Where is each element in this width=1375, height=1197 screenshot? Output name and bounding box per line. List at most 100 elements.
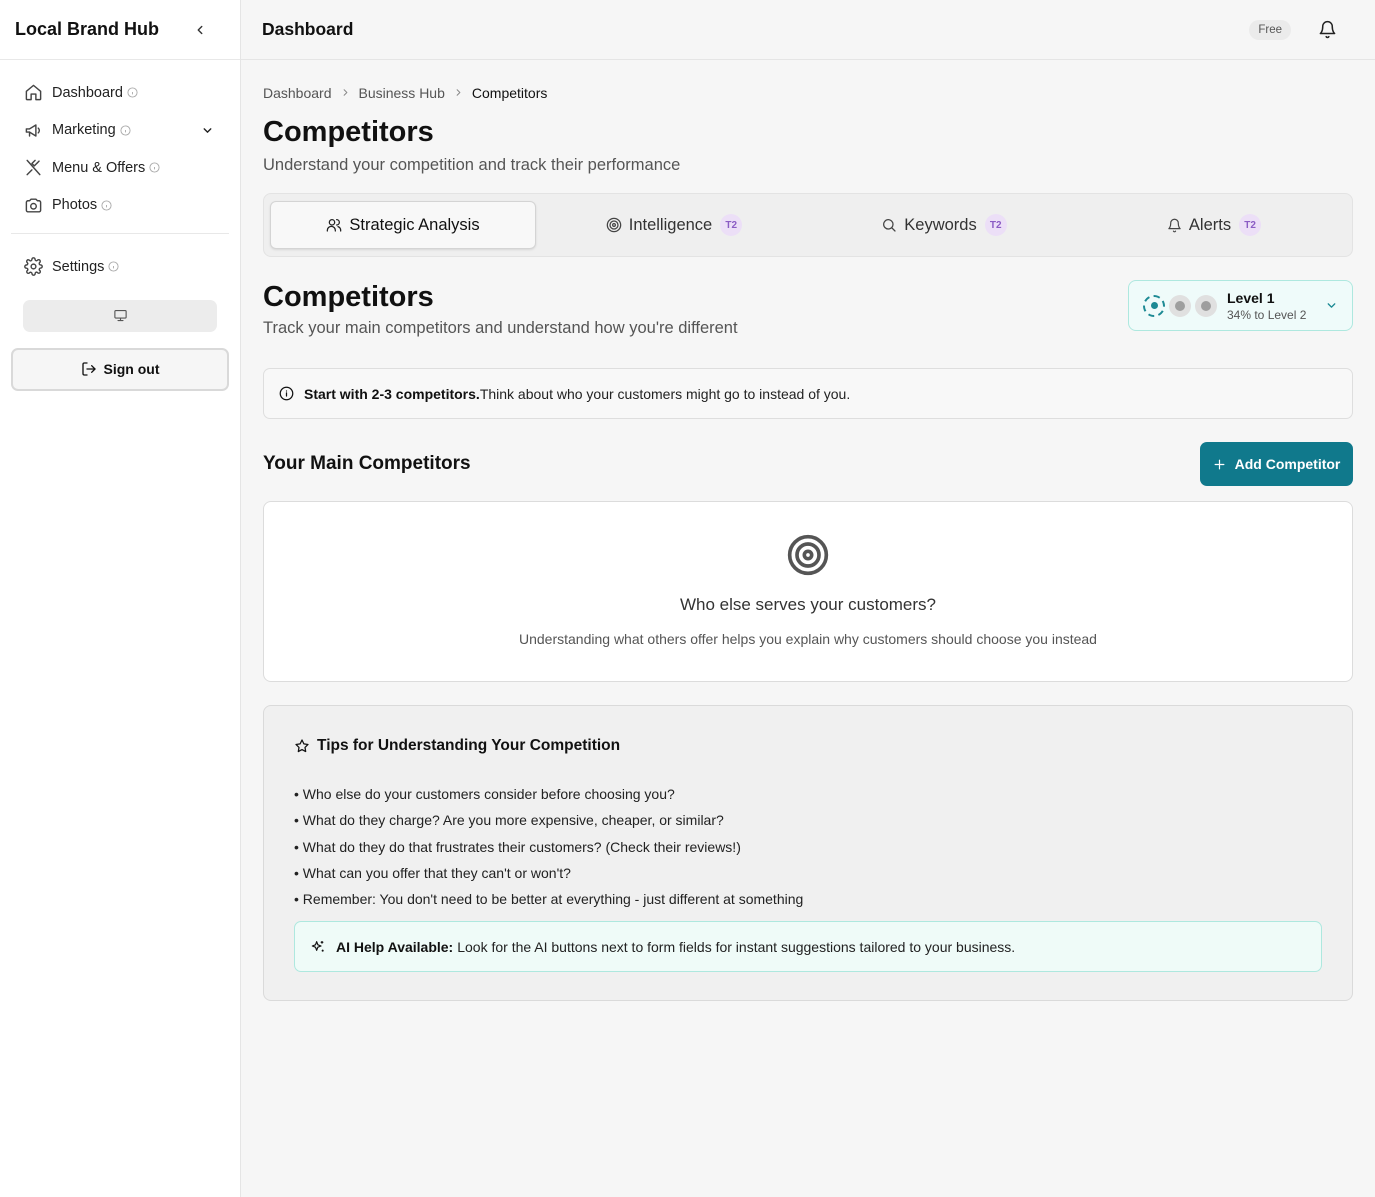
bell-icon [1319, 20, 1335, 39]
sidebar-header: Local Brand Hub [0, 0, 240, 60]
tab-intelligence[interactable]: Intelligence T2 [542, 201, 806, 249]
sidebar-nav: Dashboard Marketing Menu & Offers Photos [0, 60, 240, 391]
star-icon [294, 738, 310, 754]
empty-state-subtitle: Understanding what others offer helps yo… [519, 631, 1097, 647]
camera-icon [23, 195, 43, 215]
info-icon [127, 87, 138, 98]
tips-card: Tips for Understanding Your Competition … [263, 705, 1353, 1001]
sidebar-item-label: Menu & Offers [52, 159, 146, 176]
list-item: • Remember: You don't need to be better … [294, 891, 804, 908]
notifications-button[interactable] [1313, 16, 1341, 44]
bell-icon [1167, 218, 1182, 233]
level-text: Level 1 34% to Level 2 [1227, 290, 1306, 322]
sidebar-item-label: Marketing [52, 122, 116, 139]
level-dots [1143, 294, 1221, 317]
section-header: Competitors Track your main competitors … [263, 280, 1353, 346]
page-subtitle: Understand your competition and track th… [263, 156, 681, 174]
megaphone-icon [23, 120, 43, 140]
main-content: Dashboard Business Hub Competitors Compe… [263, 60, 1353, 1001]
tier-badge: T2 [984, 214, 1007, 236]
plan-badge: Free [1249, 19, 1291, 40]
gear-icon [23, 257, 43, 277]
home-icon [23, 83, 43, 103]
info-callout-text: Think about who your customers might go … [479, 385, 851, 402]
empty-state-title: Who else serves your customers? [679, 595, 937, 614]
sidebar-item-label: Dashboard [52, 84, 123, 101]
tips-list: • Who else do your customers consider be… [294, 786, 1322, 917]
info-icon [108, 261, 119, 272]
tab-label: Alerts [1188, 215, 1232, 234]
info-callout-bold: Start with 2-3 competitors. [304, 385, 480, 402]
list-item: • What do they charge? Are you more expe… [294, 812, 724, 829]
sign-out-button[interactable]: Sign out [11, 347, 229, 391]
collapse-sidebar-button[interactable] [187, 17, 213, 43]
target-icon [786, 533, 830, 582]
competitors-title: Your Main Competitors [263, 453, 471, 474]
sidebar-divider [11, 233, 229, 234]
page-title: Competitors [263, 116, 434, 148]
plus-icon [1213, 458, 1226, 471]
tab-strategic-analysis[interactable]: Strategic Analysis [270, 201, 536, 249]
sidebar-item-label: Photos [52, 197, 98, 214]
breadcrumb-link-dashboard[interactable]: Dashboard [263, 85, 332, 101]
info-icon [149, 162, 160, 173]
log-out-icon [81, 362, 96, 376]
chevron-down-icon [1325, 299, 1338, 312]
tab-label: Keywords [904, 215, 977, 234]
level-dot-locked [1169, 294, 1191, 317]
target-icon [606, 217, 622, 233]
level-name: Level 1 [1227, 289, 1275, 306]
brand-name: Local Brand Hub [15, 19, 160, 39]
info-icon [279, 386, 294, 401]
level-progress-dropdown[interactable]: Level 1 34% to Level 2 [1128, 280, 1353, 331]
topbar: Dashboard Free [241, 0, 1375, 60]
tips-title: Tips for Understanding Your Competition [317, 737, 621, 754]
tier-badge: T2 [1239, 214, 1262, 236]
chevron-down-icon[interactable] [199, 122, 215, 138]
list-item: • What can you offer that they can't or … [294, 864, 571, 881]
tab-keywords[interactable]: Keywords T2 [812, 201, 1076, 249]
add-competitor-label: Add Competitor [1234, 456, 1341, 472]
sidebar-item-label: Settings [52, 258, 105, 275]
display-mode-button[interactable] [23, 299, 217, 332]
level-progress-text: 34% to Level 2 [1227, 307, 1307, 322]
sidebar-item-photos[interactable]: Photos [11, 187, 229, 225]
ai-help-text: Look for the AI buttons next to form fie… [457, 938, 1016, 955]
tips-header: Tips for Understanding Your Competition [294, 737, 1322, 755]
breadcrumb: Dashboard Business Hub Competitors [263, 84, 1353, 101]
sign-out-label: Sign out [103, 361, 160, 377]
info-icon [120, 125, 131, 136]
chevron-right-icon [340, 87, 351, 98]
chevron-right-icon [453, 87, 464, 98]
sidebar-item-settings[interactable]: Settings [11, 248, 229, 286]
competitors-header: Your Main Competitors Add Competitor [263, 442, 1353, 486]
users-icon [326, 217, 342, 233]
list-item: • Who else do your customers consider be… [294, 786, 675, 802]
breadcrumb-current: Competitors [471, 84, 548, 101]
ai-help-bold: AI Help Available: [336, 938, 454, 955]
list-item: • What do they do that frustrates their … [294, 838, 741, 855]
sidebar-item-menu-offers[interactable]: Menu & Offers [11, 149, 229, 187]
monitor-icon [113, 309, 127, 322]
add-competitor-button[interactable]: Add Competitor [1200, 442, 1353, 486]
utensils-icon [23, 158, 43, 178]
tab-label: Strategic Analysis [349, 215, 480, 234]
tab-alerts[interactable]: Alerts T2 [1082, 201, 1346, 249]
info-callout: Start with 2-3 competitors. Think about w… [263, 368, 1353, 419]
info-icon [101, 200, 112, 211]
breadcrumb-link-business-hub[interactable]: Business Hub [359, 85, 445, 101]
tier-badge: T2 [720, 214, 743, 236]
tab-bar: Strategic Analysis Intelligence T2 Keywo… [263, 193, 1353, 257]
sidebar-item-dashboard[interactable]: Dashboard [11, 74, 229, 112]
empty-state-card: Who else serves your customers? Understa… [263, 501, 1353, 682]
ai-help-callout: AI Help Available: Look for the AI button… [294, 921, 1322, 973]
sidebar: Local Brand Hub Dashboard Marketing Menu… [0, 0, 241, 1197]
level-dot-current [1143, 294, 1165, 317]
sidebar-item-marketing[interactable]: Marketing [11, 112, 229, 150]
level-dot-locked [1195, 294, 1217, 317]
search-icon [881, 217, 897, 233]
sparkles-icon [310, 939, 326, 955]
tab-label: Intelligence [628, 215, 713, 234]
chevron-left-icon [197, 25, 203, 34]
topbar-title: Dashboard [262, 19, 354, 39]
